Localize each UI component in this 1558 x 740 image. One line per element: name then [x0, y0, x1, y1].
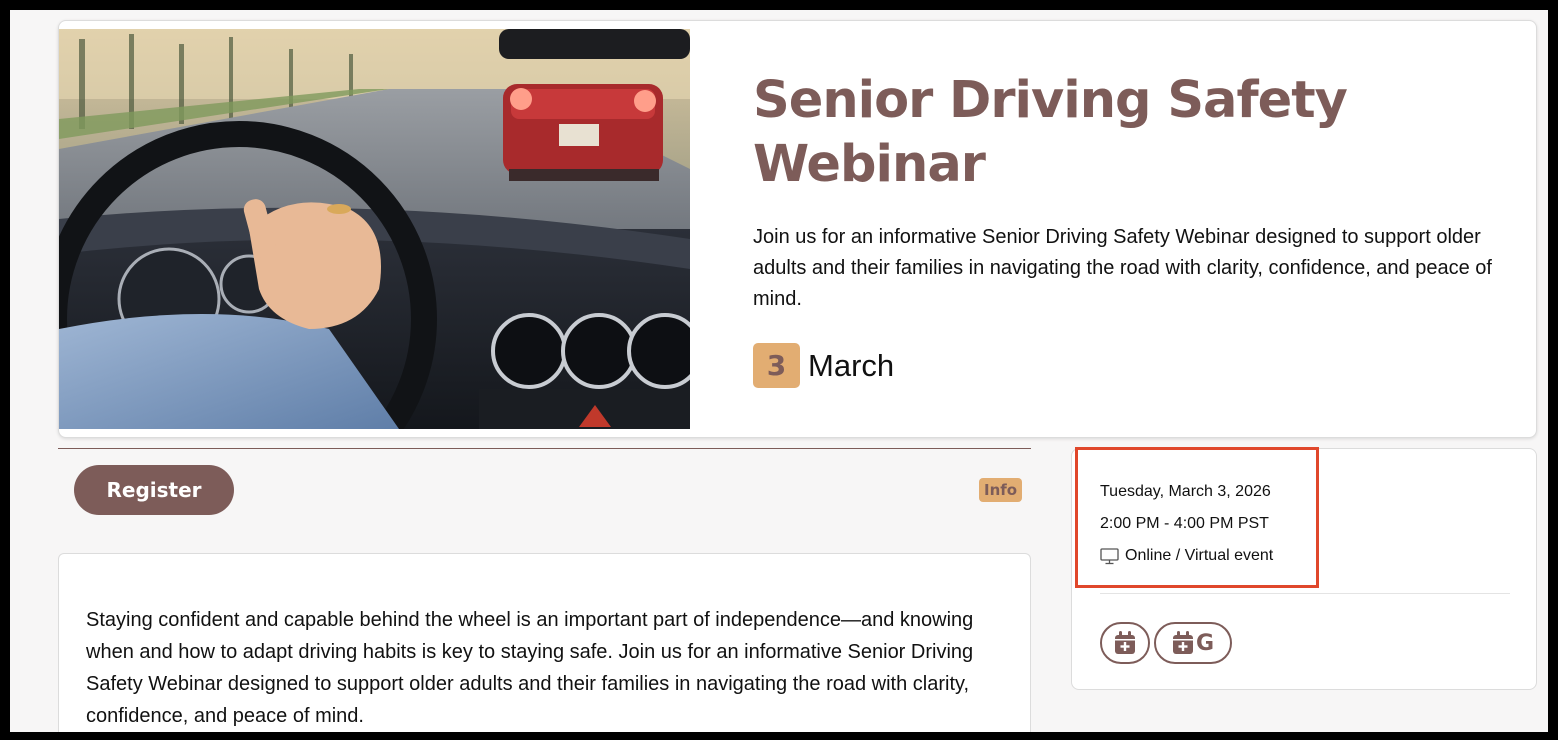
- calendar-plus-icon: [1172, 631, 1194, 655]
- event-page: Senior Driving Safety Webinar Join us fo…: [10, 10, 1548, 732]
- details-separator: [1100, 593, 1510, 594]
- event-month-label: March: [808, 347, 895, 383]
- register-button[interactable]: Register: [74, 465, 234, 515]
- add-to-calendar-button[interactable]: [1100, 622, 1150, 664]
- add-to-google-calendar-button[interactable]: G: [1154, 622, 1232, 664]
- info-badge[interactable]: Info: [979, 478, 1023, 502]
- highlight-annotation-box: [1075, 447, 1319, 588]
- google-g-icon: G: [1195, 630, 1215, 656]
- section-divider: [58, 448, 1031, 449]
- event-summary: Join us for an informative Senior Drivin…: [753, 226, 1492, 310]
- event-hero-card: Senior Driving Safety Webinar Join us fo…: [58, 20, 1537, 438]
- event-description-card: Staying confident and capable behind the…: [58, 553, 1031, 732]
- event-date-row: 3 March: [753, 343, 1513, 388]
- calendar-plus-icon: [1114, 631, 1136, 655]
- hero-text-block: Senior Driving Safety Webinar Join us fo…: [753, 69, 1513, 388]
- event-description-text: Staying confident and capable behind the…: [86, 609, 974, 727]
- event-day-badge: 3: [753, 343, 800, 388]
- event-title: Senior Driving Safety Webinar: [753, 71, 1348, 194]
- car-interior-photo: [59, 29, 690, 429]
